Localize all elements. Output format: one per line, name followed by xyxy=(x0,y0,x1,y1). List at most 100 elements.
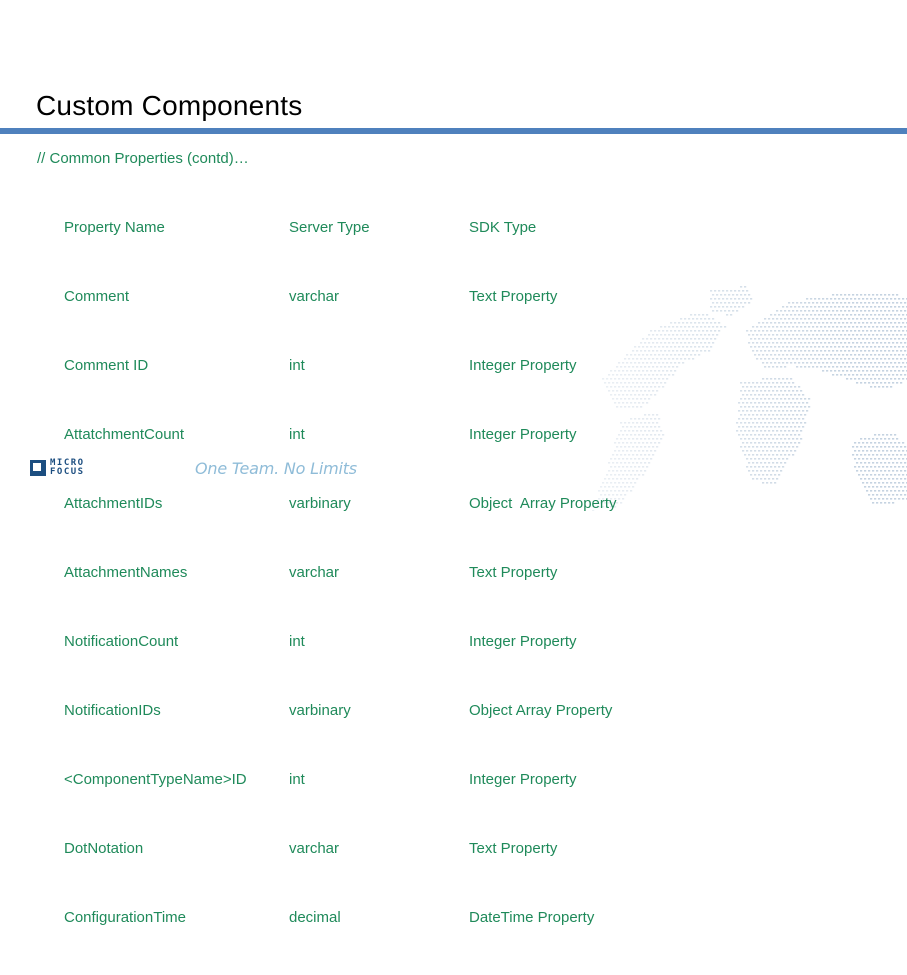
map-dot xyxy=(864,302,867,304)
header-property-name: Property Name xyxy=(64,219,165,236)
map-dot xyxy=(658,426,661,428)
map-dot xyxy=(760,390,763,392)
map-dot xyxy=(852,318,855,320)
map-dot xyxy=(644,398,647,400)
map-dot xyxy=(690,322,693,324)
map-dot xyxy=(752,446,755,448)
map-dot xyxy=(656,390,659,392)
map-dot xyxy=(760,350,763,352)
map-dot xyxy=(882,354,885,356)
map-dot xyxy=(760,414,763,416)
map-dot xyxy=(634,346,637,348)
map-dot xyxy=(640,454,643,456)
map-dot xyxy=(866,450,869,452)
map-dot xyxy=(618,466,621,468)
map-dot xyxy=(746,290,749,292)
map-dot xyxy=(842,330,845,332)
map-dot xyxy=(758,330,761,332)
map-dot xyxy=(880,486,883,488)
map-dot xyxy=(764,358,767,360)
map-dot xyxy=(628,438,631,440)
map-dot xyxy=(738,402,741,404)
map-dot xyxy=(798,314,801,316)
map-dot xyxy=(872,478,875,480)
map-dot xyxy=(778,410,781,412)
map-dot xyxy=(876,318,879,320)
map-dot xyxy=(786,386,789,388)
map-dot xyxy=(828,318,831,320)
map-dot xyxy=(618,498,621,500)
map-dot xyxy=(756,478,759,480)
map-dot xyxy=(854,322,857,324)
map-dot xyxy=(624,478,627,480)
map-dot xyxy=(900,454,903,456)
map-dot xyxy=(782,330,785,332)
map-dot xyxy=(888,486,891,488)
map-dot xyxy=(870,362,873,364)
map-dot xyxy=(630,402,633,404)
map-dot xyxy=(704,326,707,328)
map-dot xyxy=(780,318,783,320)
map-dot xyxy=(802,410,805,412)
map-dot xyxy=(650,362,653,364)
map-dot xyxy=(878,370,881,372)
map-dot xyxy=(634,354,637,356)
map-dot xyxy=(826,322,829,324)
cell-sdk-type: Integer Property xyxy=(469,633,577,650)
map-dot xyxy=(802,314,805,316)
map-dot xyxy=(638,434,641,436)
map-dot xyxy=(668,374,671,376)
map-dot xyxy=(782,306,785,308)
map-dot xyxy=(900,326,903,328)
map-dot xyxy=(778,402,781,404)
map-dot xyxy=(618,394,621,396)
map-dot xyxy=(872,334,875,336)
map-dot xyxy=(800,342,803,344)
map-dot xyxy=(676,358,679,360)
map-dot xyxy=(858,458,861,460)
map-dot xyxy=(798,418,801,420)
map-dot xyxy=(900,374,903,376)
map-dot xyxy=(814,346,817,348)
map-dot xyxy=(786,338,789,340)
map-dot xyxy=(776,342,779,344)
map-dot xyxy=(652,438,655,440)
map-dot xyxy=(632,486,635,488)
map-dot xyxy=(894,346,897,348)
map-dot xyxy=(898,362,901,364)
map-dot xyxy=(840,350,843,352)
map-dot xyxy=(644,358,647,360)
map-dot xyxy=(840,366,843,368)
map-dot xyxy=(766,426,769,428)
map-dot xyxy=(874,490,877,492)
cell-server-type: varchar xyxy=(289,840,340,857)
map-dot xyxy=(750,450,753,452)
map-dot xyxy=(742,410,745,412)
map-dot xyxy=(658,330,661,332)
map-dot xyxy=(858,362,861,364)
map-dot xyxy=(784,430,787,432)
map-dot xyxy=(636,406,639,408)
map-dot xyxy=(788,438,791,440)
map-dot xyxy=(884,342,887,344)
map-dot xyxy=(654,370,657,372)
map-dot xyxy=(638,386,641,388)
map-dot xyxy=(656,422,659,424)
map-dot xyxy=(850,314,853,316)
map-dot xyxy=(882,330,885,332)
map-dot xyxy=(642,402,645,404)
map-dot xyxy=(876,462,879,464)
map-dot xyxy=(862,370,865,372)
map-dot xyxy=(648,342,651,344)
map-dot xyxy=(800,390,803,392)
map-dot xyxy=(674,346,677,348)
map-dot xyxy=(792,302,795,304)
map-dot xyxy=(746,442,749,444)
map-dot xyxy=(644,342,647,344)
map-dot xyxy=(652,446,655,448)
map-dot xyxy=(782,434,785,436)
map-dot xyxy=(902,346,905,348)
map-dot xyxy=(808,366,811,368)
map-dot xyxy=(632,454,635,456)
map-dot xyxy=(642,434,645,436)
